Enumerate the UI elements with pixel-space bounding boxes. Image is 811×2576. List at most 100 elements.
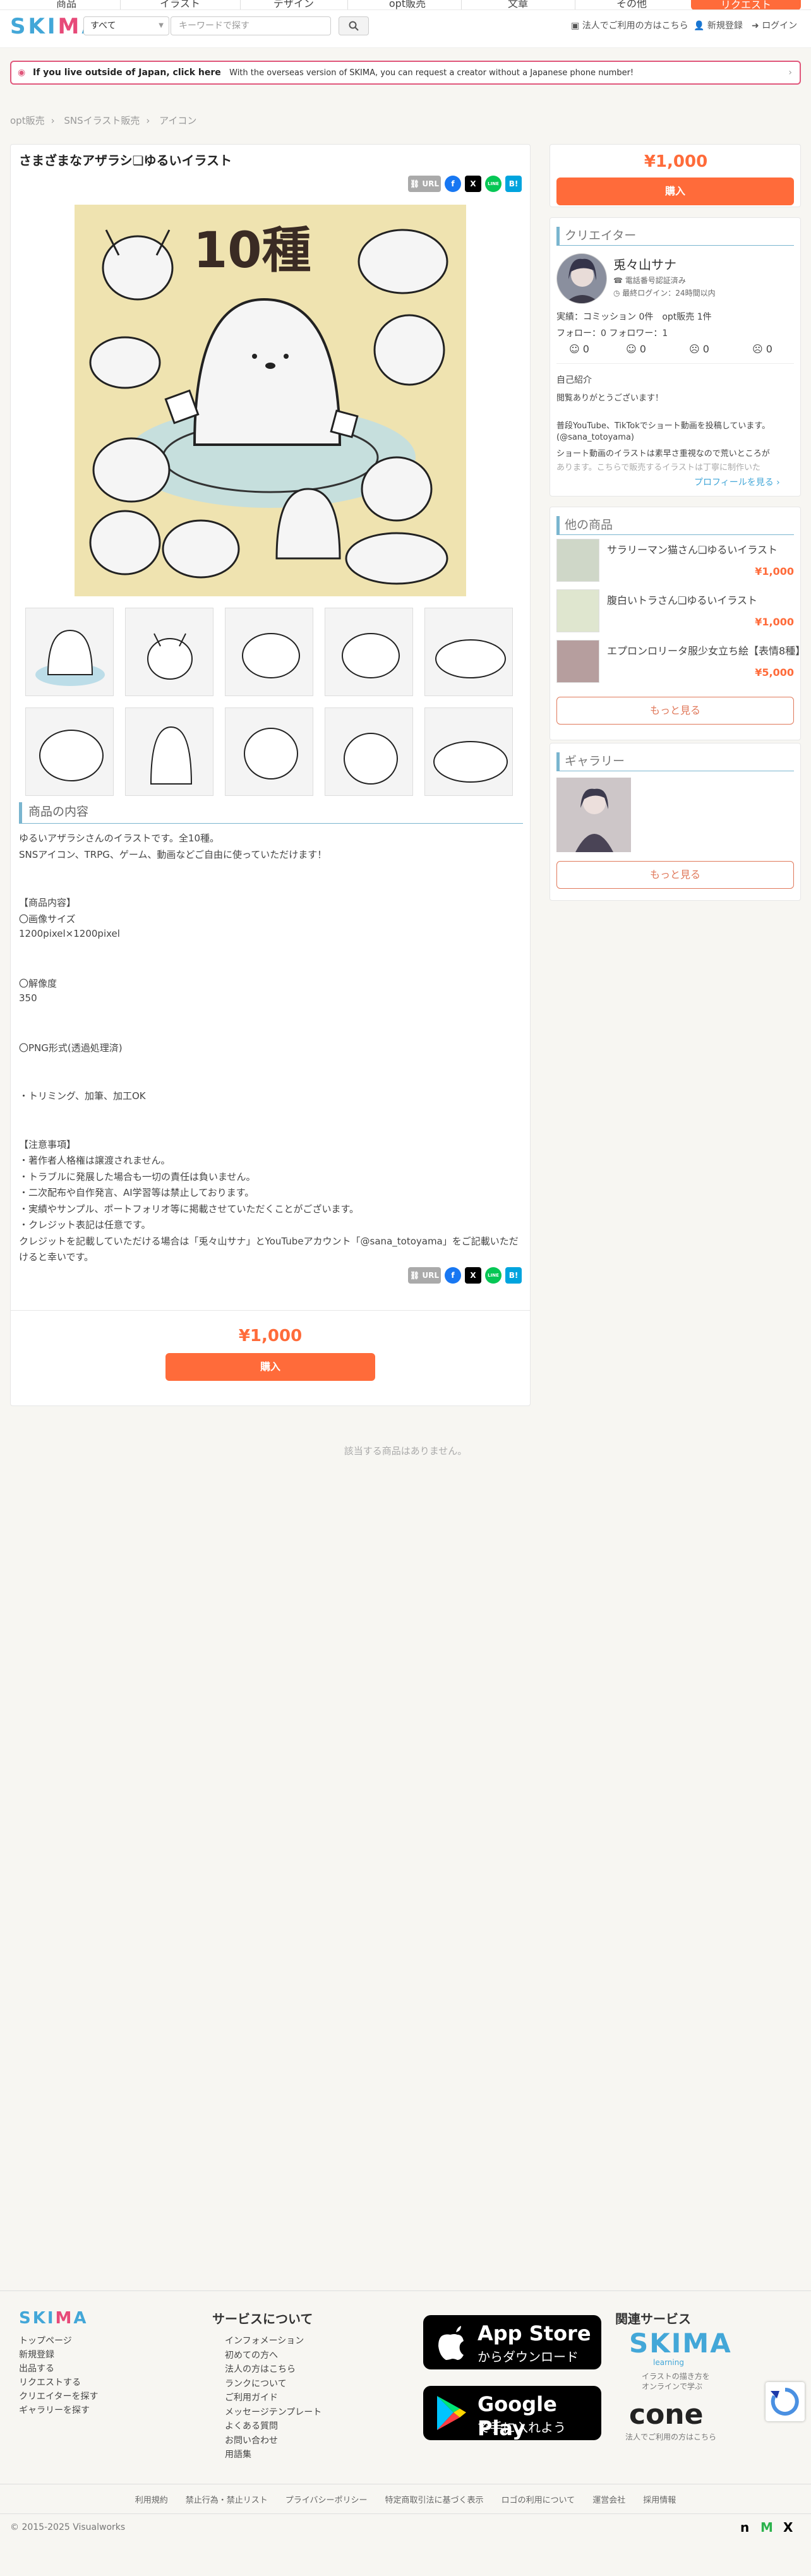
footer-link[interactable]: クリエイターを探す	[19, 2390, 98, 2402]
thumbnail[interactable]	[325, 608, 413, 696]
cone-logo[interactable]: cone	[629, 2398, 703, 2431]
creator-heading: クリエイター	[556, 227, 794, 246]
intro-line: あります。こちらで販売するイラストは丁寧に制作いた	[556, 463, 761, 472]
more-gallery-button[interactable]: もっと見る	[556, 861, 794, 889]
banner-link-text[interactable]: If you live outside of Japan, click here	[33, 68, 221, 78]
footer-link[interactable]: 新規登録	[19, 2348, 54, 2361]
footer-logo[interactable]: SKIMA	[19, 2309, 88, 2328]
footer-link[interactable]: 出品する	[19, 2362, 54, 2374]
skima-learning-logo[interactable]: SKIMA	[629, 2328, 732, 2359]
category-select[interactable]: すべて ▼	[83, 16, 169, 35]
product-price: ¥1,000	[238, 1327, 303, 1345]
description-line: 〇画像サイズ	[19, 913, 76, 925]
app-store-badge[interactable]: App Store からダウンロード	[423, 2315, 601, 2369]
request-button[interactable]: リクエスト	[691, 0, 801, 9]
line-share-button[interactable]: LINE	[485, 176, 502, 192]
breadcrumb-item[interactable]: opt販売	[10, 115, 45, 126]
thumbnail[interactable]	[325, 707, 413, 796]
overseas-banner[interactable]: ◉ If you live outside of Japan, click he…	[10, 61, 801, 85]
avatar[interactable]	[556, 253, 607, 304]
signup-link[interactable]: 👤 新規登録	[694, 19, 743, 32]
footer-link[interactable]: 初めての方へ	[225, 2349, 278, 2361]
footer-link[interactable]: インフォメーション	[225, 2334, 304, 2347]
footer-link[interactable]: お問い合わせ	[225, 2434, 278, 2447]
product-main-image[interactable]: 10種	[75, 205, 466, 596]
x-share-button[interactable]: X	[465, 1267, 481, 1284]
nav-item-design[interactable]: デザイン	[259, 0, 328, 9]
copy-url-button[interactable]: ⛓ URL	[408, 1267, 441, 1284]
footer-link[interactable]: ランクについて	[225, 2377, 287, 2390]
corporate-link[interactable]: ▣ 法人でご利用の方はこちら	[571, 19, 688, 32]
footer-bottom-link[interactable]: 利用規約	[135, 2496, 168, 2505]
thumbnail[interactable]	[25, 707, 114, 796]
product-thumbnail[interactable]	[556, 589, 599, 632]
intro-line: (@sana_totoyama)	[556, 433, 634, 442]
nav-item-goods[interactable]: 商品	[38, 0, 95, 9]
x-icon[interactable]: X	[783, 2520, 793, 2535]
line-share-button[interactable]: LINE	[485, 1267, 502, 1284]
creator-name[interactable]: 兎々山サナ	[613, 255, 676, 273]
footer-bottom-link[interactable]: プライバシーポリシー	[285, 2496, 368, 2505]
follow-stats: フォロー：0 フォロワー：1	[556, 328, 668, 339]
footer-link[interactable]: 用語集	[225, 2448, 251, 2460]
breadcrumb-item[interactable]: アイコン	[159, 115, 196, 126]
login-icon: ➜	[752, 21, 762, 31]
description-line: 1200pixel×1200pixel	[19, 928, 120, 939]
other-product-name[interactable]: エプロンロリータ服少女立ち絵【表情8種】	[607, 642, 805, 658]
intro-line: ショート動画のイラストは素早さ重視なので荒いところが	[556, 449, 770, 459]
footer-link[interactable]: よくある質問	[225, 2419, 278, 2432]
recaptcha-badge[interactable]	[766, 2382, 805, 2421]
other-product-name[interactable]: 腹白いトラさん❏ゆるいイラスト	[607, 592, 757, 607]
thumbnail[interactable]	[25, 608, 114, 696]
footer-link[interactable]: 法人の方はこちら	[225, 2362, 296, 2375]
nav-item-other[interactable]: その他	[600, 0, 663, 9]
description-line: けると幸いです。	[19, 1251, 94, 1263]
footer-bottom-link[interactable]: 採用情報	[643, 2496, 676, 2505]
gallery-image[interactable]	[556, 778, 631, 852]
x-share-button[interactable]: X	[465, 176, 481, 192]
last-login: ◷ 最終ログイン：24時間以内	[613, 289, 716, 298]
login-link[interactable]: ➜ ログイン	[752, 19, 797, 32]
hatena-share-button[interactable]: B!	[505, 176, 522, 192]
google-play-badge[interactable]: Google Play で手に入れよう	[423, 2386, 601, 2440]
brand-icon[interactable]: M	[760, 2520, 773, 2535]
top-nav: 商品 イラスト デザイン opt販売 文章 その他 リクエスト	[0, 0, 811, 10]
buy-button[interactable]: 購入	[165, 1353, 375, 1381]
sidebar-buy-button[interactable]: 購入	[556, 178, 794, 205]
thumbnail[interactable]	[424, 707, 513, 796]
footer-link[interactable]: トップページ	[19, 2334, 72, 2347]
breadcrumb-item[interactable]: SNSイラスト販売	[64, 115, 140, 126]
apple-icon	[438, 2326, 464, 2360]
more-products-button[interactable]: もっと見る	[556, 697, 794, 725]
footer-bottom-link[interactable]: ロゴの利用について	[502, 2496, 575, 2505]
thumbnail[interactable]	[225, 608, 313, 696]
footer-link[interactable]: リクエストする	[19, 2376, 81, 2388]
footer-bottom-link[interactable]: 運営会社	[592, 2496, 625, 2505]
nav-item-opt[interactable]: opt販売	[373, 0, 442, 9]
footer-link[interactable]: ご利用ガイド	[225, 2391, 278, 2404]
thumbnail[interactable]	[125, 608, 213, 696]
search-input[interactable]: キーワードで探す	[171, 16, 331, 35]
product-thumbnail[interactable]	[556, 539, 599, 582]
footer-link[interactable]: ギャラリーを探す	[19, 2404, 90, 2416]
facebook-share-button[interactable]: f	[445, 1267, 461, 1284]
nav-item-illust[interactable]: イラスト	[145, 0, 215, 9]
note-icon[interactable]: n	[740, 2520, 749, 2535]
hatena-share-button[interactable]: B!	[505, 1267, 522, 1284]
search-button[interactable]	[339, 16, 369, 35]
nav-item-text[interactable]: 文章	[486, 0, 550, 9]
copy-url-button[interactable]: ⛓ URL	[408, 176, 441, 192]
profile-link[interactable]: プロフィールを見る ›	[694, 476, 780, 488]
related-services-heading: 関連サービス	[615, 2311, 691, 2326]
product-thumbnail[interactable]	[556, 640, 599, 683]
other-product-name[interactable]: サラリーマン猫さん❏ゆるいイラスト	[607, 541, 778, 557]
thumbnail[interactable]	[424, 608, 513, 696]
footer-bottom-link[interactable]: 禁止行為・禁止リスト	[186, 2496, 268, 2505]
rating-bad: ☹ 0	[752, 343, 772, 355]
facebook-share-button[interactable]: f	[445, 176, 461, 192]
footer-bottom-link[interactable]: 特定商取引法に基づく表示	[385, 2496, 484, 2505]
thumbnail[interactable]	[225, 707, 313, 796]
thumbnail[interactable]	[125, 707, 213, 796]
footer-link[interactable]: メッセージテンプレート	[225, 2405, 321, 2418]
smile-icon: ☺	[626, 343, 640, 355]
